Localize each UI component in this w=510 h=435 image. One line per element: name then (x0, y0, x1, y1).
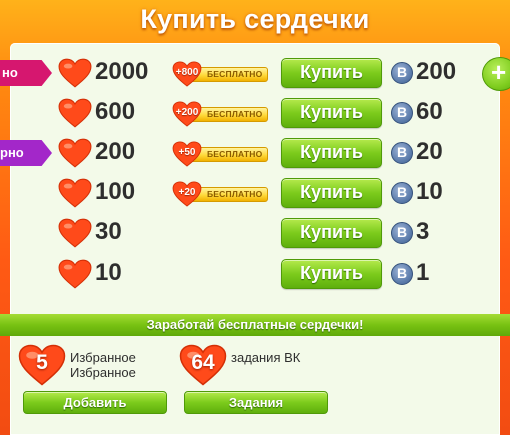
offer-row: 2000 БЕСПЛАТНО +800 Купить В 200 (0, 57, 510, 89)
price: 10 (416, 178, 443, 205)
vk-vote-icon: В (391, 102, 413, 124)
tasks-label: задания ВК (231, 350, 301, 365)
vk-vote-icon: В (391, 182, 413, 204)
tasks-reward: 64 (191, 351, 215, 374)
offer-row: 100 БЕСПЛАТНО +20 Купить В 10 (0, 177, 510, 209)
favorites-reward: 5 (36, 351, 48, 374)
heart-icon (58, 98, 92, 128)
hearts-amount: 200 (95, 138, 136, 165)
heart-icon (58, 259, 92, 289)
favorites-label: Избранное (70, 350, 136, 365)
bonus-badge: БЕСПЛАТНО +800 (172, 61, 268, 87)
hearts-amount: 30 (95, 218, 122, 245)
bonus-badge: БЕСПЛАТНО +50 (172, 141, 268, 167)
buy-button[interactable]: Купить (281, 58, 382, 88)
hearts-amount: 600 (95, 98, 136, 125)
offer-row: 10 Купить В 1 (0, 258, 510, 290)
bonus-badge: БЕСПЛАТНО +200 (172, 101, 268, 127)
vk-vote-icon: В (391, 222, 413, 244)
buy-button[interactable]: Купить (281, 259, 382, 289)
heart-icon (58, 218, 92, 248)
vk-vote-icon: В (391, 142, 413, 164)
favorites-label-second: Избранное (70, 365, 136, 380)
tasks-button[interactable]: Задания (184, 391, 328, 414)
bonus-amount: +800 (175, 67, 199, 78)
price: 3 (416, 218, 430, 245)
page-title: Купить сердечки (140, 4, 370, 34)
buy-button[interactable]: Купить (281, 218, 382, 248)
price: 20 (416, 138, 443, 165)
vk-vote-icon: В (391, 263, 413, 285)
bonus-badge: БЕСПЛАТНО +20 (172, 181, 268, 207)
earn-free-banner: Заработай бесплатные сердечки! (0, 314, 510, 336)
heart-icon (58, 178, 92, 208)
offer-row: 200 БЕСПЛАТНО +50 Купить В 20 (0, 137, 510, 169)
offer-row: 600 БЕСПЛАТНО +200 Купить В 60 (0, 97, 510, 129)
add-to-favorites-button[interactable]: Добавить (23, 391, 167, 414)
buy-button[interactable]: Купить (281, 98, 382, 128)
vk-vote-icon: В (391, 62, 413, 84)
heart-icon (58, 58, 92, 88)
offer-row: 30 Купить В 3 (0, 217, 510, 249)
price: 200 (416, 58, 457, 85)
bonus-amount: +50 (178, 147, 196, 158)
hearts-amount: 10 (95, 259, 122, 286)
hearts-amount: 2000 (95, 58, 149, 85)
heart-icon (58, 138, 92, 168)
price: 1 (416, 259, 430, 286)
price: 60 (416, 98, 443, 125)
buy-button[interactable]: Купить (281, 138, 382, 168)
hearts-amount: 100 (95, 178, 136, 205)
bonus-amount: +200 (175, 107, 199, 118)
bonus-amount: +20 (178, 187, 196, 198)
buy-button[interactable]: Купить (281, 178, 382, 208)
